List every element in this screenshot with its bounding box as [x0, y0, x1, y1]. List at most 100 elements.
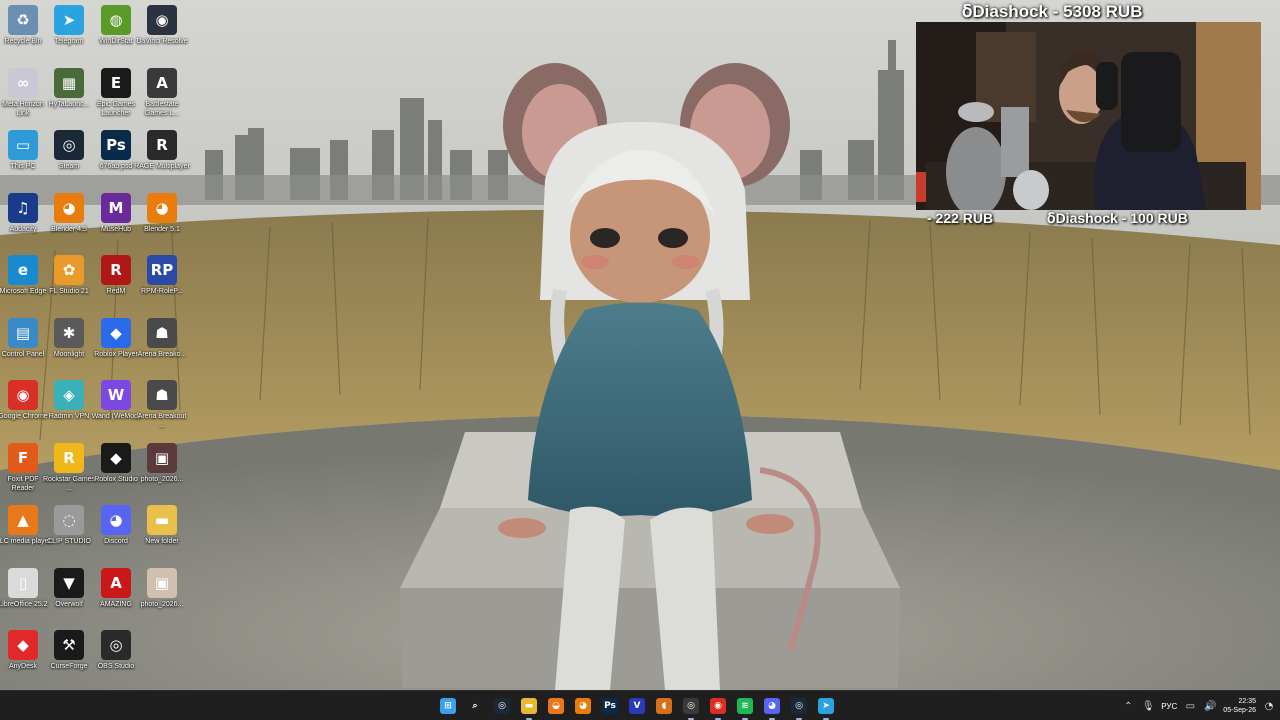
taskbar-blender[interactable]: ◕ — [571, 694, 595, 718]
clip-studio-icon: ◌ — [54, 505, 84, 535]
desktop-shortcut[interactable]: e Microsoft Edge — [0, 255, 46, 296]
taskbar-app-shield-icon: ◖ — [656, 698, 672, 714]
taskbar-photoshop[interactable]: Ps — [598, 694, 622, 718]
taskbar-app-orange-icon: ◒ — [548, 698, 564, 714]
taskbar-discord-icon: ◕ — [764, 698, 780, 714]
desktop-shortcut[interactable]: ▦ HyTaLaunc... — [46, 67, 92, 109]
epic-games-launcher-icon: E — [101, 67, 131, 98]
desktop-shortcut[interactable]: ▣ photo_2026... — [139, 567, 185, 609]
taskbar-steam-icon: ◎ — [494, 698, 510, 714]
desktop-shortcut[interactable]: ◆ Roblox Studio — [93, 442, 139, 484]
taskbar-telegram[interactable]: ➤ — [814, 694, 838, 720]
taskbar-chrome-icon: ◉ — [710, 698, 726, 714]
taskbar-chrome[interactable]: ◉ — [706, 694, 730, 720]
desktop-shortcut[interactable]: ◆ AnyDesk — [0, 630, 46, 671]
desktop-shortcut-label: RPM-RoleP... — [141, 288, 183, 295]
windirstat-icon: ◍ — [101, 5, 131, 35]
telegram-icon: ➤ — [54, 5, 84, 35]
desktop-shortcut[interactable]: ▬ New folder — [139, 505, 185, 546]
system-tray: ⌃ 🎙 РУС ▭ 🔊 22:35 05-Sep-26 ◔ — [1121, 691, 1276, 720]
desktop-shortcut[interactable]: ◕ Blender 4.5 — [46, 192, 92, 234]
desktop-shortcut[interactable]: ♻ Recycle Bin — [0, 5, 46, 46]
desktop-shortcut[interactable]: ◕ Blender 5.1 — [139, 192, 185, 234]
desktop-shortcut[interactable]: ◕ Discord — [93, 505, 139, 546]
desktop-shortcut[interactable]: A AMAZING — [93, 567, 139, 609]
desktop-shortcut[interactable]: ☗ Arena Breakout ... — [138, 380, 186, 430]
rpm-roleplay-icon: RP — [147, 255, 177, 285]
moonlight-icon: ✱ — [54, 317, 84, 348]
roblox-player-icon: ◆ — [101, 317, 131, 348]
microsoft-edge-icon: e — [8, 255, 38, 285]
desktop-shortcut[interactable]: ✿ FL Studio 21 — [46, 255, 92, 296]
desktop-shortcut[interactable]: ◆ Roblox Player — [93, 317, 139, 359]
taskbar-clock[interactable]: 22:35 05-Sep-26 — [1223, 697, 1256, 715]
desktop-shortcut[interactable]: ◌ CLIP STUDIO — [46, 505, 92, 546]
search-button[interactable]: ⌕ — [463, 694, 487, 718]
arena-breakout-icon: ☗ — [147, 317, 177, 348]
desktop-shortcut[interactable]: ◉ Google Chrome — [0, 380, 48, 421]
microphone-icon[interactable]: 🎙 — [1141, 699, 1155, 713]
taskbar-steam[interactable]: ◎ — [490, 694, 514, 718]
chevron-up-icon[interactable]: ⌃ — [1121, 699, 1135, 713]
desktop-shortcut[interactable]: M MuseHub — [93, 192, 139, 234]
amazing-icon: A — [101, 567, 131, 598]
taskbar-discord[interactable]: ◕ — [760, 694, 784, 720]
taskbar-file-explorer[interactable]: ▬ — [517, 694, 541, 720]
davinci-resolve-icon: ◉ — [147, 5, 177, 35]
desktop-shortcut[interactable]: E Epic Games Launcher — [93, 67, 139, 118]
taskbar-app-v[interactable]: V — [625, 694, 649, 718]
desktop-shortcut[interactable]: ▯ LibreOffice 25.2 — [0, 567, 48, 609]
foxit-pdf-reader-icon: F — [8, 442, 38, 473]
desktop-shortcut[interactable]: ➤ Telegram — [46, 5, 92, 46]
desktop-shortcut[interactable]: Ps 676ab.psd — [93, 130, 139, 171]
webcam-scene — [916, 22, 1261, 210]
desktop-shortcut[interactable]: ◉ DaVinci Resolve — [136, 5, 188, 46]
desktop-shortcut[interactable]: R RedM — [93, 255, 139, 296]
desktop-shortcut[interactable]: A Battlestate Games L... — [139, 67, 185, 118]
desktop-shortcut[interactable]: ☗ Arena Breako... — [138, 317, 186, 359]
volume-icon[interactable]: 🔊 — [1203, 699, 1217, 713]
desktop-shortcut[interactable]: ▼ Overwolf — [46, 567, 92, 609]
photo-file-2-icon: ▣ — [147, 567, 177, 598]
discord-icon: ◕ — [101, 505, 131, 535]
this-pc-icon: ▭ — [8, 130, 38, 160]
desktop-shortcut[interactable]: ∞ Meta Horizon Link — [0, 67, 46, 118]
desktop-shortcut[interactable]: ◎ Steam — [46, 130, 92, 171]
network-icon[interactable]: ▭ — [1183, 699, 1197, 713]
roblox-studio-icon: ◆ — [101, 442, 131, 473]
desktop-shortcut[interactable]: RP RPM-RoleP... — [139, 255, 185, 296]
desktop-shortcut[interactable]: R RAGE Multiplayer — [134, 130, 190, 171]
input-language[interactable]: РУС — [1161, 702, 1177, 711]
taskbar-app-obs[interactable]: ◎ — [679, 694, 703, 720]
desktop-shortcut[interactable]: F Foxit PDF Reader — [0, 442, 46, 493]
donation-alert-left: - 222 RUB — [927, 210, 994, 226]
desktop-shortcut[interactable]: ▤ Control Panel — [0, 317, 46, 359]
desktop-shortcut-label: New folder — [145, 538, 179, 545]
arena-breakout-2-icon: ☗ — [147, 380, 177, 410]
start-button[interactable]: ⊞ — [436, 694, 460, 718]
desktop-shortcut[interactable]: ▲ VLC media player — [0, 505, 51, 546]
libreoffice-icon: ▯ — [8, 567, 38, 598]
recycle-bin-icon: ♻ — [8, 5, 38, 35]
desktop-shortcut[interactable]: ♫ Audacity — [0, 192, 46, 234]
taskbar: ⊞ ⌕ ◎ ▬ ◒ ◕ Ps V ◖ ◎ ◉ ≋ ◕ ◎ ➤ ⌃ 🎙 РУС ▭ 🔊 22:35 05-Se… — [0, 690, 1280, 720]
taskbar-app-shield[interactable]: ◖ — [652, 694, 676, 718]
taskbar-steam-2[interactable]: ◎ — [787, 694, 811, 720]
desktop-shortcut[interactable]: ✱ Moonlight — [46, 317, 92, 359]
desktop-shortcut[interactable]: ◎ OBS Studio — [93, 630, 139, 671]
taskbar-app-orange[interactable]: ◒ — [544, 694, 568, 718]
radmin-vpn-icon: ◈ — [54, 380, 84, 410]
desktop-shortcut[interactable]: ⚒ CurseForge — [46, 630, 92, 671]
taskbar-spotify[interactable]: ≋ — [733, 694, 757, 720]
desktop-shortcut[interactable]: ▣ photo_2026... — [139, 442, 185, 484]
steam-icon: ◎ — [54, 130, 84, 160]
desktop-shortcut[interactable]: ◈ Radmin VPN — [46, 380, 92, 421]
musehub-icon: M — [101, 192, 131, 223]
desktop-shortcut[interactable]: ▭ This PC — [0, 130, 46, 171]
desktop-shortcut[interactable]: ◍ WinDirStat — [93, 5, 139, 46]
desktop-shortcut[interactable]: W Wand (WeMod) — [92, 380, 140, 421]
desktop-shortcut[interactable]: R Rockstar Games ... — [43, 442, 95, 493]
taskbar-blender-icon: ◕ — [575, 698, 591, 714]
wand-wemod-icon: W — [101, 380, 131, 410]
notification-icon[interactable]: ◔ — [1262, 699, 1276, 713]
